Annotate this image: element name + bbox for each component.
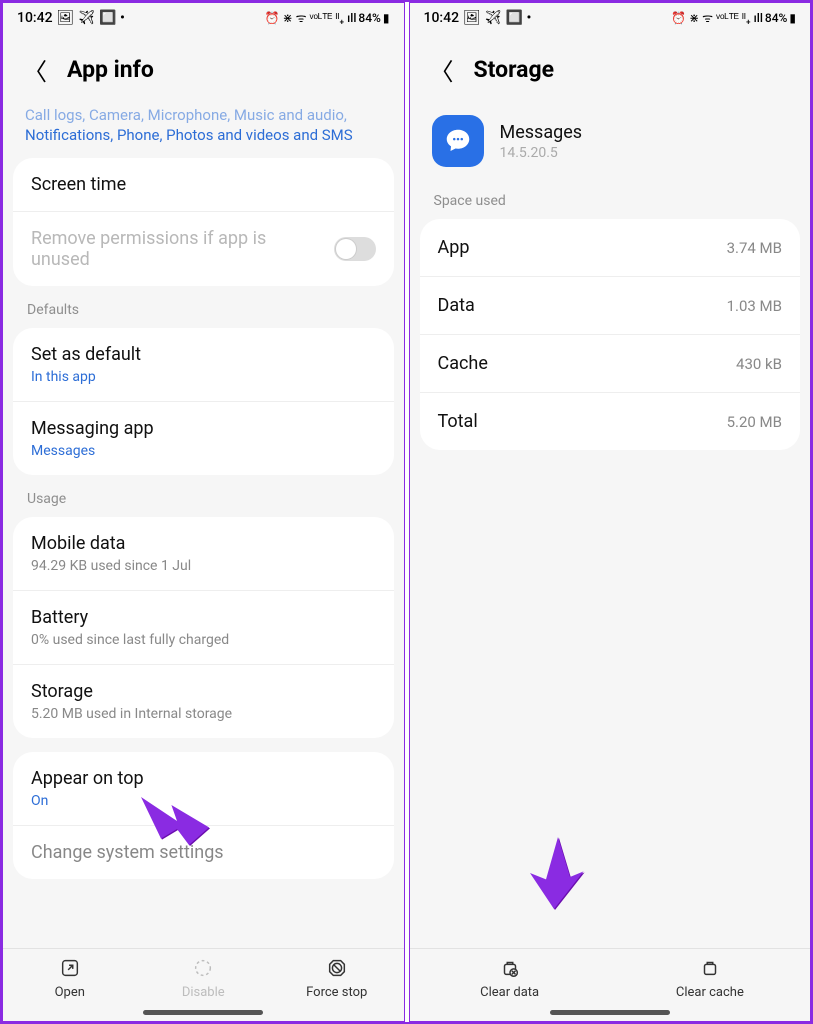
page-title: Storage — [474, 56, 555, 83]
row-appear-on-top[interactable]: Appear on top On — [13, 752, 394, 826]
clear-data-icon — [410, 957, 610, 983]
screen-app-info: 10:42 🖼 ✈ 🔲 • ⏰ ⋇ ᯤ ᵛᵒᴸᵀᴱ ᴵᴵ₊ ıll 84% ▮ … — [2, 2, 405, 1022]
app-icon — [432, 115, 484, 167]
row-remove-permissions[interactable]: Remove permissions if app is unused — [13, 212, 394, 286]
nav-pill[interactable] — [143, 1010, 263, 1015]
clear-cache-icon — [610, 957, 810, 983]
force-stop-icon — [270, 957, 404, 983]
page-title: App info — [67, 56, 154, 83]
bottom-bar: Clear data Clear cache — [410, 948, 811, 1006]
row-mobile-data[interactable]: Mobile data 94.29 KB used since 1 Jul — [13, 517, 394, 591]
row-storage[interactable]: Storage 5.20 MB used in Internal storage — [13, 665, 394, 738]
clear-data-button[interactable]: Clear data — [410, 957, 610, 1000]
section-usage: Usage — [3, 489, 404, 517]
open-button[interactable]: Open — [3, 957, 137, 1000]
row-messaging-app[interactable]: Messaging app Messages — [13, 402, 394, 475]
status-battery: 84% — [765, 11, 787, 25]
battery-icon: ▮ — [789, 11, 796, 25]
row-cache-size: Cache 430 kB — [420, 335, 801, 393]
row-battery[interactable]: Battery 0% used since last fully charged — [13, 591, 394, 665]
screen-storage: 10:42 🖼 ✈ 🔲 • ⏰ ⋇ ᯤ ᵛᵒᴸᵀᴱ ᴵᴵ₊ ıll 84% ▮ … — [409, 2, 812, 1022]
status-left-icons: 🖼 ✈ 🔲 • — [463, 10, 531, 26]
header: 〈 Storage — [410, 28, 811, 105]
battery-icon: ▮ — [383, 11, 390, 25]
bottom-bar: Open Disable Force stop — [3, 948, 404, 1006]
status-left-icons: 🖼 ✈ 🔲 • — [57, 10, 125, 26]
back-icon[interactable]: 〈 — [23, 52, 47, 87]
section-defaults: Defaults — [3, 300, 404, 328]
status-right-icons: ⏰ ⋇ ᯤ ᵛᵒᴸᵀᴱ ᴵᴵ₊ ıll — [265, 9, 357, 26]
row-set-default[interactable]: Set as default In this app — [13, 328, 394, 402]
status-time: 10:42 — [424, 10, 460, 26]
row-data-size: Data 1.03 MB — [420, 277, 801, 335]
app-header: Messages 14.5.20.5 — [410, 105, 811, 191]
disable-button: Disable — [137, 957, 271, 1000]
app-name: Messages — [500, 122, 583, 143]
section-space-used: Space used — [410, 191, 811, 219]
clear-cache-button[interactable]: Clear cache — [610, 957, 810, 1000]
status-bar: 10:42 🖼 ✈ 🔲 • ⏰ ⋇ ᯤ ᵛᵒᴸᵀᴱ ᴵᴵ₊ ıll 84% ▮ — [3, 3, 404, 28]
permissions-summary[interactable]: Call logs, Camera, Microphone, Music and… — [3, 105, 404, 158]
open-icon — [3, 957, 137, 983]
row-change-system-settings[interactable]: Change system settings — [13, 826, 394, 879]
row-total-size: Total 5.20 MB — [420, 393, 801, 450]
status-time: 10:42 — [17, 10, 53, 26]
force-stop-button[interactable]: Force stop — [270, 957, 404, 1000]
nav-pill[interactable] — [550, 1010, 670, 1015]
row-screen-time[interactable]: Screen time — [13, 158, 394, 212]
row-app-size: App 3.74 MB — [420, 219, 801, 277]
app-version: 14.5.20.5 — [500, 145, 583, 161]
back-icon[interactable]: 〈 — [430, 52, 454, 87]
status-battery: 84% — [358, 11, 380, 25]
status-bar: 10:42 🖼 ✈ 🔲 • ⏰ ⋇ ᯤ ᵛᵒᴸᵀᴱ ᴵᴵ₊ ıll 84% ▮ — [410, 3, 811, 28]
status-right-icons: ⏰ ⋇ ᯤ ᵛᵒᴸᵀᴱ ᴵᴵ₊ ıll — [671, 9, 763, 26]
toggle-remove-permissions[interactable] — [334, 237, 376, 261]
header: 〈 App info — [3, 28, 404, 105]
disable-icon — [137, 957, 271, 983]
